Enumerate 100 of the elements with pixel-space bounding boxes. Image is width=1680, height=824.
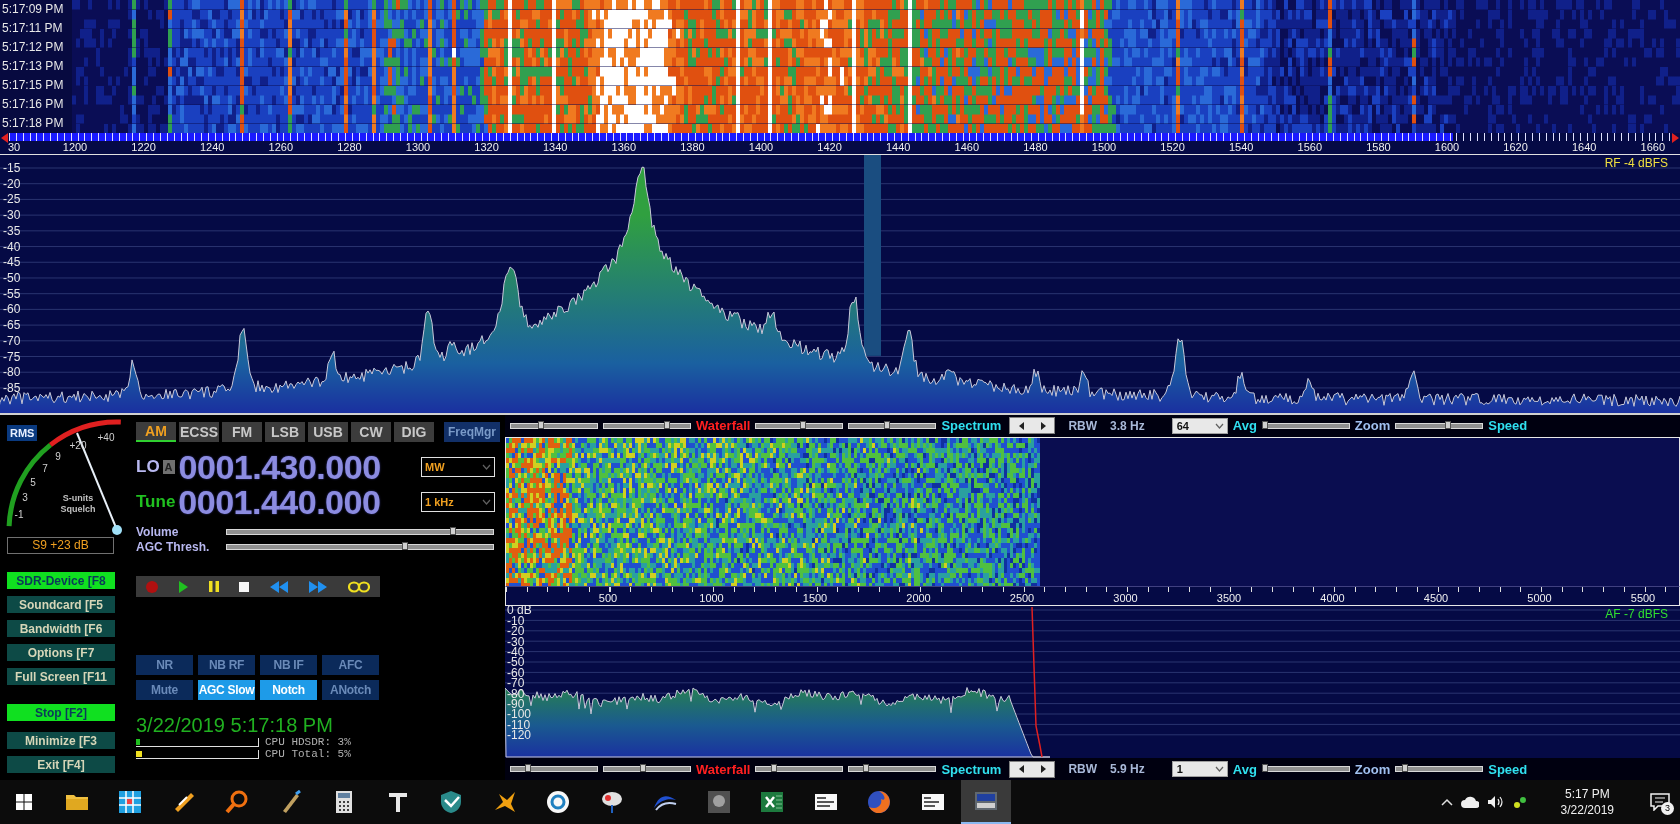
arrow-left-icon[interactable] bbox=[1018, 765, 1024, 774]
slider[interactable] bbox=[510, 766, 598, 773]
average-dropdown[interactable]: 1 bbox=[1171, 761, 1228, 778]
dsp-toggle[interactable]: ANotch bbox=[322, 680, 379, 700]
meter-caption: S-units bbox=[62, 493, 94, 503]
lo-frequency[interactable]: 0001.430.000 bbox=[178, 452, 381, 482]
vfo-badge[interactable]: A bbox=[162, 460, 175, 474]
stop-icon[interactable] bbox=[239, 581, 250, 592]
level-slider[interactable] bbox=[226, 528, 494, 535]
function-button[interactable]: Soundcard [F5 bbox=[7, 596, 115, 613]
slider[interactable] bbox=[1261, 766, 1350, 773]
dsp-toggle[interactable]: Mute bbox=[136, 680, 193, 700]
grid-icon[interactable] bbox=[118, 790, 142, 814]
photo-icon[interactable] bbox=[706, 790, 731, 814]
level-label: -70 bbox=[3, 334, 21, 348]
globe-icon[interactable] bbox=[867, 790, 891, 814]
arrow-right-icon[interactable] bbox=[1040, 765, 1046, 774]
function-button[interactable]: SDR-Device [F8 bbox=[7, 572, 115, 589]
slider[interactable] bbox=[1395, 766, 1484, 773]
freq-manager-button[interactable]: FreqMgr bbox=[444, 422, 500, 442]
cloud-icon[interactable] bbox=[1460, 796, 1479, 808]
slider[interactable] bbox=[848, 422, 937, 429]
mode-tab[interactable]: FM bbox=[222, 422, 262, 442]
slider-thumb[interactable] bbox=[1444, 420, 1451, 429]
mode-tab[interactable]: ECSS bbox=[179, 422, 219, 442]
arrow-right-icon[interactable] bbox=[1040, 421, 1046, 430]
dsp-toggle[interactable]: NB RF bbox=[198, 655, 255, 675]
level-label: -30 bbox=[3, 208, 21, 222]
clock-time[interactable]: 5:17 PM bbox=[1564, 786, 1610, 802]
slider-thumb[interactable] bbox=[770, 764, 777, 773]
passband-marker[interactable] bbox=[864, 155, 881, 356]
function-button[interactable]: Exit [F4] bbox=[7, 756, 115, 773]
function-button[interactable]: Options [F7 bbox=[7, 644, 115, 661]
mode-tab[interactable]: USB bbox=[308, 422, 348, 442]
function-button[interactable]: Full Screen [F11 bbox=[7, 668, 115, 685]
loop-icon[interactable] bbox=[347, 580, 370, 593]
spreadsheet-icon[interactable] bbox=[760, 790, 784, 814]
chevron-up-icon[interactable] bbox=[1440, 798, 1453, 806]
slider[interactable] bbox=[755, 766, 844, 773]
taskbar-app[interactable] bbox=[961, 780, 1011, 824]
speaker-icon[interactable] bbox=[1486, 795, 1505, 809]
mode-tab[interactable]: DIG bbox=[394, 422, 434, 442]
network-icon[interactable] bbox=[1512, 795, 1527, 809]
clock-date[interactable]: 3/22/2019 bbox=[1560, 802, 1614, 818]
dsp-toggle[interactable]: NR bbox=[136, 655, 193, 675]
slider-thumb[interactable] bbox=[639, 764, 646, 773]
dsp-toggle[interactable]: AFC bbox=[322, 655, 379, 675]
slider-thumb[interactable] bbox=[1261, 764, 1268, 773]
slider[interactable] bbox=[1395, 422, 1484, 429]
balloon-icon[interactable] bbox=[599, 790, 624, 814]
mode-tab[interactable]: LSB bbox=[265, 422, 305, 442]
slider-thumb[interactable] bbox=[1401, 764, 1408, 773]
slider-thumb[interactable] bbox=[450, 526, 457, 535]
function-button[interactable]: Bandwidth [F6 bbox=[7, 620, 115, 637]
slider-thumb[interactable] bbox=[538, 420, 545, 429]
frequency-ruler[interactable] bbox=[9, 133, 1671, 141]
dsp-toggle[interactable]: NB IF bbox=[260, 655, 317, 675]
notification-button[interactable]: 3 bbox=[1640, 780, 1680, 824]
play-icon[interactable] bbox=[179, 580, 189, 593]
level-slider[interactable] bbox=[226, 543, 494, 550]
chevron-down-icon bbox=[482, 464, 491, 470]
radio-app-icon[interactable] bbox=[974, 789, 998, 813]
slider-thumb[interactable] bbox=[884, 420, 891, 429]
slider-thumb[interactable] bbox=[663, 420, 670, 429]
band-dropdown[interactable]: MW bbox=[421, 457, 495, 477]
frequency-label: 1580 bbox=[1366, 141, 1391, 154]
function-button[interactable]: Stop [F2] bbox=[7, 704, 115, 721]
circle-icon[interactable] bbox=[546, 790, 570, 814]
pause-icon[interactable] bbox=[208, 581, 219, 592]
scale-label: +40 bbox=[97, 431, 115, 443]
slider[interactable] bbox=[510, 422, 598, 429]
function-button[interactable]: Minimize [F3 bbox=[7, 732, 115, 749]
windows-icon[interactable] bbox=[16, 794, 32, 810]
frequency-label: 1500 bbox=[802, 591, 828, 605]
spinner-control[interactable] bbox=[1009, 760, 1056, 778]
rbw-text: 3.8 Hz bbox=[1110, 418, 1145, 433]
slider[interactable] bbox=[603, 766, 691, 773]
slider[interactable] bbox=[755, 422, 844, 429]
frequency-label: 1640 bbox=[1571, 141, 1597, 154]
spinner-control[interactable] bbox=[1009, 417, 1056, 435]
average-dropdown[interactable]: 64 bbox=[1171, 417, 1228, 434]
arrow-left-icon[interactable] bbox=[1018, 421, 1024, 430]
slider-thumb[interactable] bbox=[1261, 420, 1268, 429]
slider-thumb[interactable] bbox=[799, 420, 806, 429]
fast-forward-icon[interactable] bbox=[308, 580, 327, 593]
slider-thumb[interactable] bbox=[402, 541, 409, 550]
slider-thumb[interactable] bbox=[862, 764, 869, 773]
tune-frequency[interactable]: 0001.440.000 bbox=[178, 487, 381, 517]
slider[interactable] bbox=[1261, 422, 1350, 429]
rms-button[interactable]: RMS bbox=[7, 425, 38, 441]
shield-icon[interactable] bbox=[439, 790, 463, 814]
frequency-label: 1560 bbox=[1297, 141, 1323, 154]
magnifier-icon[interactable] bbox=[225, 790, 249, 814]
step-dropdown[interactable]: 1 kHz bbox=[421, 492, 495, 512]
slider[interactable] bbox=[603, 422, 691, 429]
slider[interactable] bbox=[848, 766, 937, 773]
rewind-icon[interactable] bbox=[270, 580, 289, 593]
mode-tab[interactable]: AM bbox=[136, 422, 176, 442]
slider-thumb[interactable] bbox=[525, 764, 532, 773]
mode-tab[interactable]: CW bbox=[351, 422, 391, 442]
